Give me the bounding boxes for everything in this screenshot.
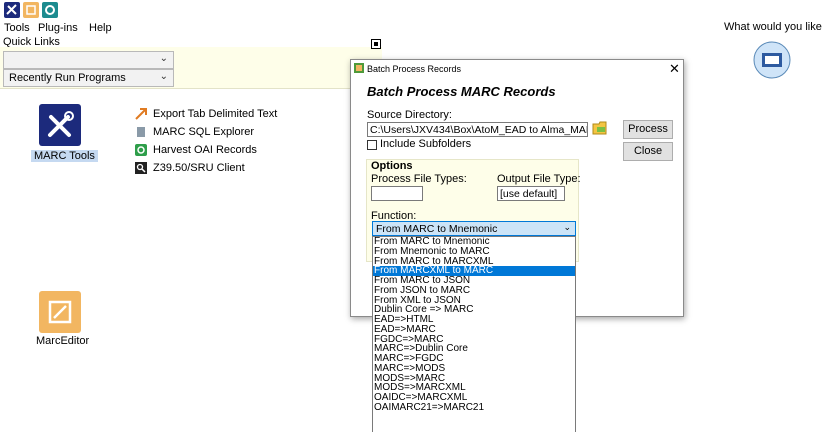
tools-icon — [48, 111, 74, 137]
marceditor-tile[interactable] — [39, 291, 81, 333]
link-z3950-client-label: Z39.50/SRU Client — [153, 162, 245, 174]
chevron-down-icon: ⌄ — [563, 222, 571, 232]
edit-icon — [26, 5, 36, 15]
options-title: Options — [371, 160, 413, 172]
browse-folder-button[interactable] — [592, 120, 610, 136]
close-button[interactable]: Close — [623, 142, 673, 161]
link-export-tab-label: Export Tab Delimited Text — [153, 108, 278, 120]
search-icon — [135, 162, 147, 174]
function-select-value: From MARC to Mnemonic — [376, 223, 498, 235]
editor-icon — [48, 300, 72, 324]
process-file-types-label: Process File Types: — [371, 173, 467, 185]
function-option[interactable]: OAIMARC21=>MARC21 — [373, 402, 575, 413]
source-directory-input[interactable]: C:\Users\JXV434\Box\AtoM_EAD to Alma_MAR… — [367, 122, 588, 137]
welcome-prompt: What would you like to d — [724, 21, 825, 33]
include-subfolders-label[interactable]: Include Subfolders — [380, 138, 471, 150]
wrench-icon — [6, 4, 17, 15]
menu-bar: Tools Plug-ins Help — [0, 20, 825, 36]
quick-links-combo[interactable]: ⌄ — [3, 51, 174, 69]
output-file-type-input[interactable]: [use default] — [497, 186, 565, 201]
quick-links-panel: ⌄ Recently Run Programs ⌄ — [0, 47, 382, 89]
menu-help[interactable]: Help — [89, 22, 112, 34]
include-subfolders-checkbox[interactable] — [367, 140, 377, 150]
tools-quick-button[interactable] — [4, 2, 20, 18]
menu-plugins[interactable]: Plug-ins — [38, 22, 78, 34]
editor-quick-button[interactable] — [23, 2, 39, 18]
pin-icon — [374, 42, 378, 46]
dialog-title: Batch Process Records — [367, 64, 462, 74]
chevron-down-icon: ⌄ — [159, 71, 168, 82]
dialog-close-icon[interactable]: ✕ — [669, 61, 680, 77]
folder-icon — [592, 121, 607, 135]
marceditor-label[interactable]: MarcEditor — [36, 335, 89, 347]
dialog-heading: Batch Process MARC Records — [367, 84, 556, 99]
chevron-down-icon: ⌄ — [159, 53, 168, 64]
recent-programs-combo[interactable]: Recently Run Programs ⌄ — [3, 69, 174, 87]
function-dropdown-list: From MARC to Mnemonic From Mnemonic to MA… — [372, 236, 576, 432]
marc-tools-tile[interactable] — [39, 104, 81, 146]
help-mascot-icon — [750, 40, 794, 80]
database-icon — [137, 127, 145, 137]
menu-tools[interactable]: Tools — [4, 22, 30, 34]
link-sql-explorer-label: MARC SQL Explorer — [153, 126, 255, 138]
source-directory-label: Source Directory: — [367, 109, 452, 121]
export-icon — [135, 108, 147, 120]
output-file-type-label: Output File Type: — [497, 173, 581, 185]
link-harvest-oai-label: Harvest OAI Records — [153, 144, 257, 156]
recent-programs-value: Recently Run Programs — [9, 72, 126, 84]
dialog-app-icon — [354, 63, 364, 73]
function-select[interactable]: From MARC to Mnemonic ⌄ — [372, 221, 576, 236]
process-file-types-input[interactable] — [371, 186, 423, 201]
harvest-icon — [135, 144, 147, 156]
gear-icon — [45, 5, 55, 15]
settings-quick-button[interactable] — [42, 2, 58, 18]
pin-button[interactable] — [371, 39, 381, 49]
process-button[interactable]: Process — [623, 120, 673, 139]
marc-tools-label[interactable]: MARC Tools — [31, 150, 98, 162]
